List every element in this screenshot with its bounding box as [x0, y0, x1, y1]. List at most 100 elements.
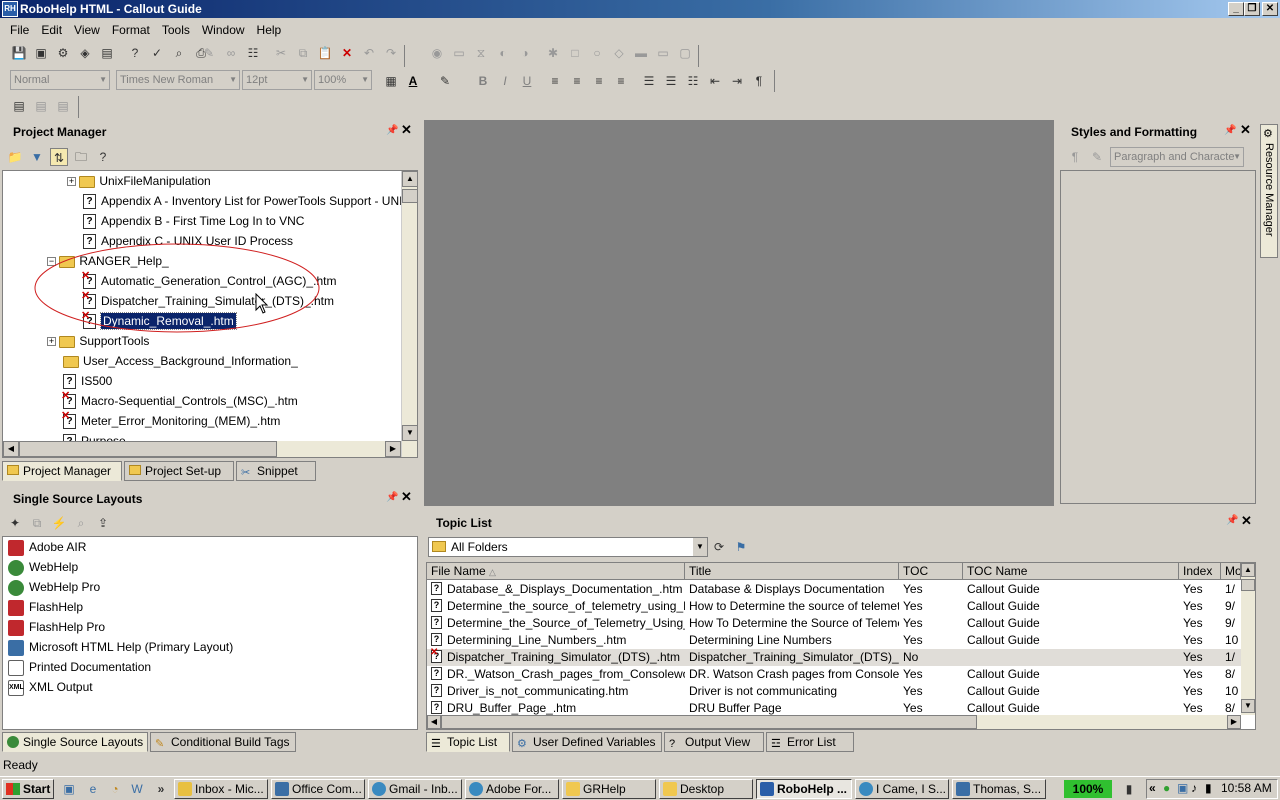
shape-icon[interactable]: ▢ [676, 44, 694, 62]
resource-manager-tab[interactable]: ⚙ Resource Manager [1260, 124, 1278, 258]
menu-window[interactable]: Window [196, 20, 251, 40]
scroll-thumb[interactable] [402, 189, 417, 203]
diamond-icon[interactable]: ◇ [610, 44, 628, 62]
layout-icon-3[interactable]: ▤ [54, 97, 72, 115]
zoom-dropdown[interactable]: 100% ▼ [314, 70, 372, 90]
view-icon[interactable]: ◈ [76, 44, 94, 62]
col-toc-name[interactable]: TOC Name [963, 563, 1179, 580]
table-vertical-scrollbar[interactable]: ▲ ▼ [1241, 563, 1255, 715]
tree-item-topic[interactable]: ? Meter_Error_Monitoring_(MEM)_.htm [63, 411, 280, 431]
flash-icon[interactable]: ◐ [494, 44, 512, 62]
tab-output-view[interactable]: ? Output View [664, 732, 764, 752]
multimedia-icon[interactable]: ⧖ [472, 44, 490, 62]
pin-icon[interactable]: 📌 [386, 492, 398, 503]
cut-icon[interactable]: ✂ [272, 44, 290, 62]
increase-indent-icon[interactable]: ⇥ [728, 72, 746, 90]
quicklaunch-more-icon[interactable]: » [152, 780, 170, 798]
volume-icon[interactable]: ♪ [1191, 781, 1197, 795]
pin-icon[interactable]: 📌 [386, 125, 398, 136]
bullet-list-icon[interactable]: ☰ [662, 72, 680, 90]
duplicate-icon[interactable]: ⧉ [28, 514, 46, 532]
tree-item-folder[interactable]: + UnixFileManipulation [67, 171, 211, 191]
tab-snippet[interactable]: ✂ Snippet [236, 461, 316, 481]
bold-button[interactable]: B [474, 72, 492, 90]
shockwave-icon[interactable]: ◑ [516, 44, 534, 62]
tree-item-topic[interactable]: ? Appendix A - Inventory List for PowerTo… [83, 191, 417, 211]
delete-icon[interactable]: ✕ [338, 44, 356, 62]
toolbar-grip[interactable] [774, 70, 782, 92]
save-all-icon[interactable]: ▣ [32, 44, 50, 62]
close-button[interactable]: ✕ [1262, 2, 1278, 16]
menu-help[interactable]: Help [251, 20, 288, 40]
menu-tools[interactable]: Tools [156, 20, 196, 40]
folder-filter-dropdown[interactable]: All Folders ▼ [428, 537, 708, 557]
layout-flashhelp[interactable]: FlashHelp [8, 597, 83, 617]
layout-webhelp[interactable]: WebHelp [8, 557, 78, 577]
tray-app-icon[interactable]: ▣ [1177, 781, 1188, 795]
layout-flashhelp-pro[interactable]: FlashHelp Pro [8, 617, 105, 637]
scroll-thumb[interactable] [1241, 579, 1255, 591]
tab-single-source-layouts[interactable]: Single Source Layouts [2, 732, 148, 752]
menu-edit[interactable]: Edit [35, 20, 68, 40]
network-icon[interactable]: ● [1163, 781, 1170, 795]
justify-icon[interactable]: ≡ [612, 72, 630, 90]
view-result-icon[interactable]: ⌕ [72, 514, 90, 532]
taskbar-item-desktop[interactable]: Desktop [659, 779, 753, 799]
properties-icon[interactable]: ☷ [244, 44, 262, 62]
generate-icon[interactable]: ⚡ [50, 514, 68, 532]
scroll-down-icon[interactable]: ▼ [402, 425, 417, 441]
tab-error-list[interactable]: ☲ Error List [766, 732, 854, 752]
table-row[interactable]: ? Determining_Line_Numbers_.htm Determinin… [427, 632, 1245, 649]
monitor-icon[interactable]: ▭ [654, 44, 672, 62]
quicklaunch-ie-icon[interactable]: e [84, 780, 102, 798]
clock[interactable]: 10:58 AM [1221, 781, 1272, 795]
minimize-button[interactable]: _ [1228, 2, 1244, 16]
refresh-icon[interactable]: ⟳ [710, 538, 728, 556]
spell-check-icon[interactable]: ✓ [148, 44, 166, 62]
taskbar-item-gmail[interactable]: Gmail - Inb... [368, 779, 462, 799]
paragraph-mark-icon[interactable]: ¶ [750, 72, 768, 90]
layout-icon-2[interactable]: ▤ [32, 97, 50, 115]
align-left-icon[interactable]: ≡ [546, 72, 564, 90]
taskbar-item-office[interactable]: Office Com... [271, 779, 365, 799]
table-row[interactable]: ? Determine_the_Source_of_Telemetry_Using… [427, 615, 1245, 632]
battery-icon[interactable]: ▮ [1205, 781, 1212, 795]
align-right-icon[interactable]: ≡ [590, 72, 608, 90]
pin-icon[interactable]: 📌 [1224, 125, 1236, 136]
table-row[interactable]: ? ✕ Dispatcher_Training_Simulator_(DTS)_.h… [427, 647, 1245, 666]
col-toc[interactable]: TOC [899, 563, 963, 580]
folder-icon[interactable]: 🗀 [72, 148, 90, 166]
scroll-right-icon[interactable]: ▶ [385, 441, 401, 457]
taskbar-item-grhelp[interactable]: GRHelp [562, 779, 656, 799]
power-icon[interactable]: ▮ [1120, 780, 1138, 798]
redo-icon[interactable]: ↷ [382, 44, 400, 62]
scroll-right-icon[interactable]: ▶ [1227, 715, 1241, 729]
scroll-up-icon[interactable]: ▲ [402, 171, 417, 187]
copy-icon[interactable]: ⧉ [294, 44, 312, 62]
close-icon[interactable]: ✕ [1241, 513, 1252, 529]
circle-icon[interactable]: ○ [588, 44, 606, 62]
expand-icon[interactable]: + [47, 337, 56, 347]
scroll-up-icon[interactable]: ▲ [1241, 563, 1255, 577]
chevron-down-icon[interactable]: ▼ [693, 538, 707, 556]
numbered-list-icon[interactable]: ☰ [640, 72, 658, 90]
compile-icon[interactable]: ⚙ [54, 44, 72, 62]
new-folder-icon[interactable]: 📁 [6, 148, 24, 166]
new-topic-icon[interactable]: ? [94, 148, 112, 166]
quicklaunch-desktop-icon[interactable]: ▣ [60, 780, 78, 798]
edit-style-icon[interactable]: ✎ [1088, 148, 1106, 166]
font-color-icon[interactable]: A [404, 72, 422, 90]
scroll-left-icon[interactable]: ◀ [427, 715, 441, 729]
close-icon[interactable]: ✕ [401, 489, 412, 505]
rectangle-icon[interactable]: □ [566, 44, 584, 62]
scroll-left-icon[interactable]: ◀ [3, 441, 19, 457]
paste-icon[interactable]: 📋 [316, 44, 334, 62]
battery-indicator[interactable]: 100% [1064, 780, 1112, 798]
font-size-dropdown[interactable]: 12pt ▼ [242, 70, 312, 90]
table-row[interactable]: ? Driver_is_not_communicating.htm Driver i… [427, 683, 1245, 700]
save-icon[interactable]: 💾 [10, 44, 28, 62]
toolbar-grip[interactable] [404, 45, 412, 67]
tab-conditional-build-tags[interactable]: ✎ Conditional Build Tags [150, 732, 296, 752]
layout-html-help[interactable]: Microsoft HTML Help (Primary Layout) [8, 637, 233, 657]
quicklaunch-outlook-icon[interactable]: ◔ [106, 780, 124, 798]
